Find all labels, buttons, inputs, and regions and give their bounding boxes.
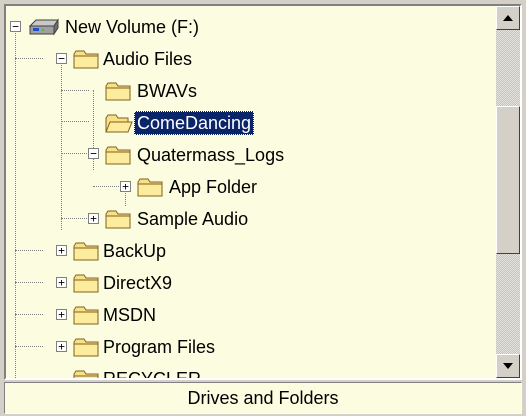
tree-line xyxy=(61,153,89,154)
tree-line xyxy=(15,58,43,59)
scroll-up-button[interactable] xyxy=(496,6,520,30)
tree-item-msdn[interactable]: MSDN xyxy=(100,303,159,327)
scroll-down-button[interactable] xyxy=(496,354,520,378)
expand-toggle[interactable]: + xyxy=(56,341,67,352)
folder-icon xyxy=(105,82,131,101)
tree-item-new-volume[interactable]: New Volume (F:) xyxy=(62,15,202,39)
tree-item-backup[interactable]: BackUp xyxy=(100,239,169,263)
folder-browser-window: − New Volume (F:) − Audio Files BWAVs Co… xyxy=(0,0,526,416)
tree-line xyxy=(15,346,43,347)
folder-icon xyxy=(105,210,131,229)
tree-line xyxy=(15,250,43,251)
tree-item-app-folder[interactable]: App Folder xyxy=(166,175,260,199)
tree-item-directx9[interactable]: DirectX9 xyxy=(100,271,175,295)
folder-icon xyxy=(73,370,99,378)
expand-toggle[interactable]: + xyxy=(56,309,67,320)
folder-icon xyxy=(137,178,163,197)
tree-item-recycler[interactable]: RECYCLER xyxy=(100,367,204,378)
expand-toggle[interactable]: + xyxy=(56,245,67,256)
vertical-scrollbar[interactable] xyxy=(496,6,520,378)
tree-line xyxy=(61,218,89,219)
tree-item-program-files[interactable]: Program Files xyxy=(100,335,218,359)
arrow-up-icon xyxy=(503,15,513,21)
tree-item-bwavs[interactable]: BWAVs xyxy=(134,79,200,103)
expand-toggle[interactable]: + xyxy=(88,213,99,224)
status-bar: Drives and Folders xyxy=(4,382,522,414)
tree-item-audio-files[interactable]: Audio Files xyxy=(100,47,195,71)
arrow-down-icon xyxy=(503,363,513,369)
folder-icon xyxy=(105,146,131,165)
collapse-toggle[interactable]: − xyxy=(10,21,21,32)
tree-line xyxy=(15,26,16,378)
expand-toggle[interactable]: + xyxy=(56,277,67,288)
folder-tree: − New Volume (F:) − Audio Files BWAVs Co… xyxy=(6,6,496,378)
tree-line xyxy=(15,282,43,283)
tree-item-quatermass-logs[interactable]: Quatermass_Logs xyxy=(134,143,287,167)
expand-toggle[interactable]: + xyxy=(120,181,131,192)
folder-icon xyxy=(73,242,99,261)
folder-icon xyxy=(73,338,99,357)
tree-line xyxy=(93,186,121,187)
folder-open-icon xyxy=(105,114,133,133)
folder-icon xyxy=(73,306,99,325)
tree-line xyxy=(61,90,89,91)
folder-icon xyxy=(73,274,99,293)
status-label: Drives and Folders xyxy=(187,387,339,408)
tree-item-sample-audio[interactable]: Sample Audio xyxy=(134,207,251,231)
collapse-toggle[interactable]: − xyxy=(88,148,99,159)
collapse-toggle[interactable]: − xyxy=(56,53,67,64)
tree-item-comedancing[interactable]: ComeDancing xyxy=(134,111,255,135)
folder-icon xyxy=(73,50,99,69)
drive-icon xyxy=(28,18,59,36)
folder-tree-panel: − New Volume (F:) − Audio Files BWAVs Co… xyxy=(4,4,522,380)
tree-line xyxy=(61,121,89,122)
tree-line xyxy=(15,314,43,315)
tree-line xyxy=(61,58,62,230)
scroll-thumb[interactable] xyxy=(496,106,520,254)
